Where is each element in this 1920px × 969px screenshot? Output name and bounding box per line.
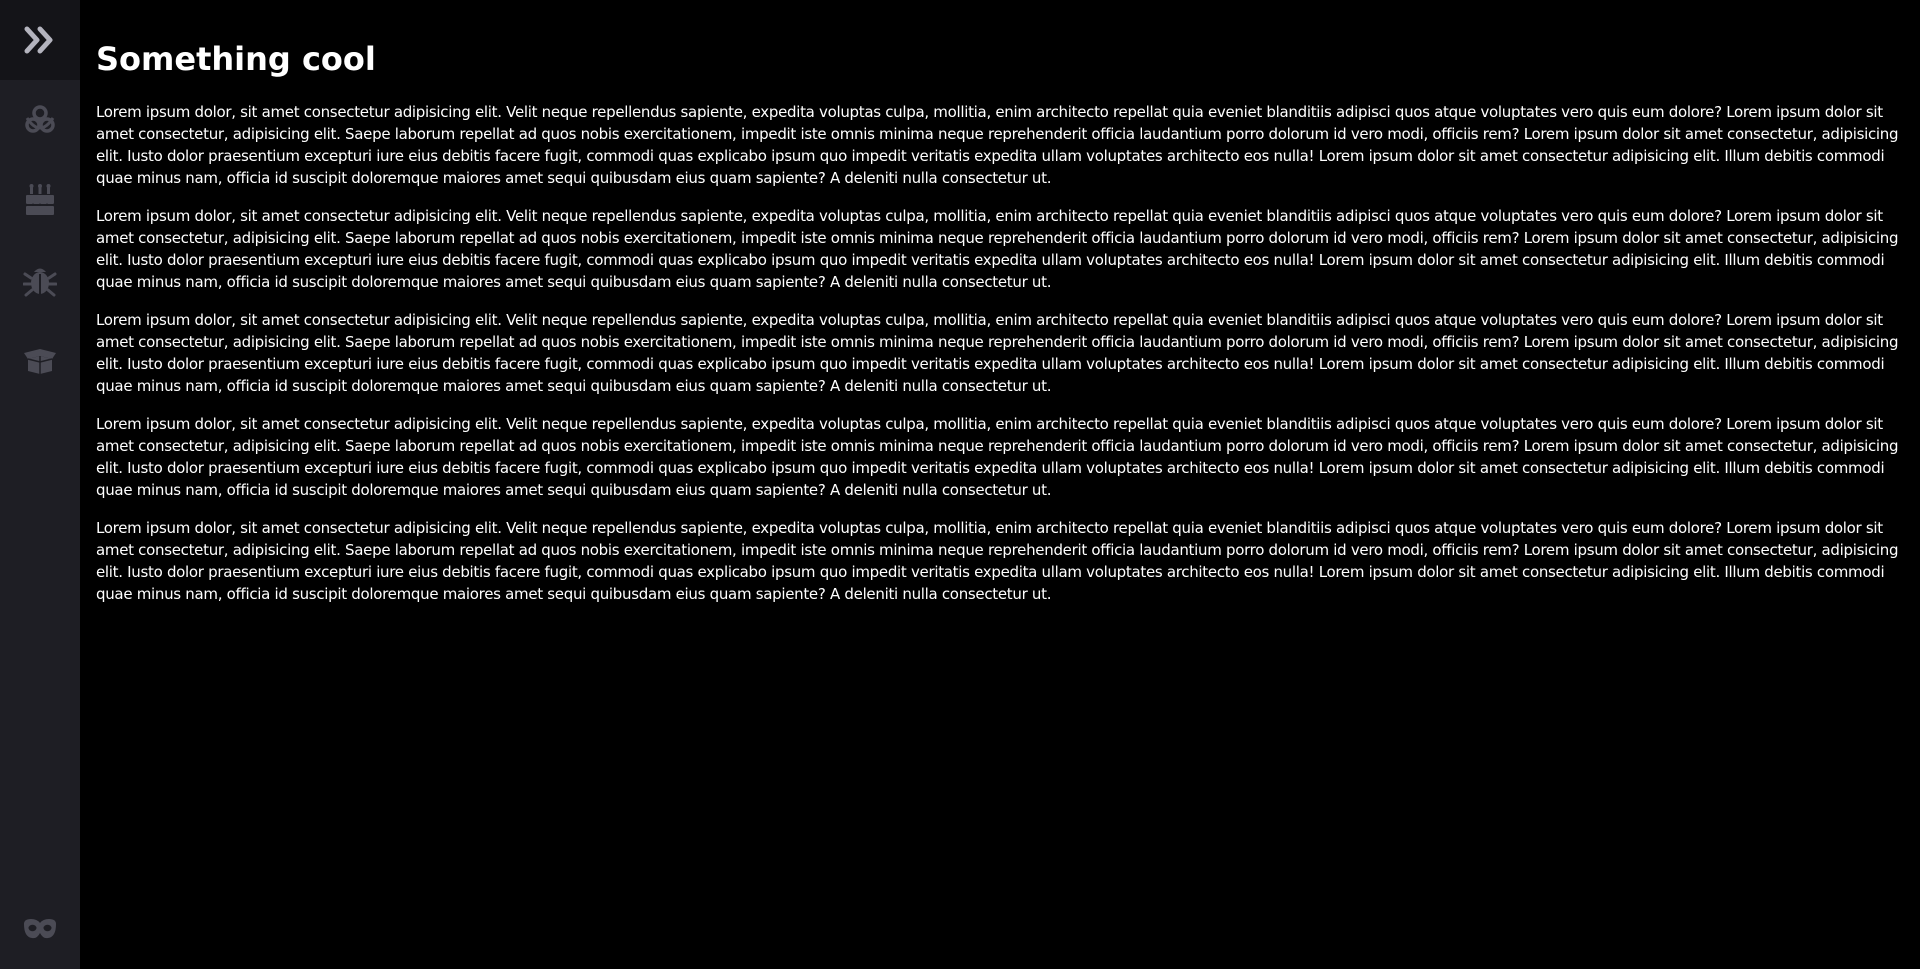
birthday-cake-icon bbox=[25, 184, 55, 215]
double-chevron-right-icon bbox=[24, 26, 53, 54]
nav-toggle-button[interactable] bbox=[0, 0, 80, 80]
biohazard-icon bbox=[25, 105, 55, 133]
paragraph: Lorem ipsum dolor, sit amet consectetur … bbox=[96, 103, 1899, 187]
paragraph: Lorem ipsum dolor, sit amet consectetur … bbox=[96, 311, 1899, 395]
paragraph: Lorem ipsum dolor, sit amet consectetur … bbox=[96, 415, 1899, 499]
page-title: Something cool bbox=[96, 40, 376, 78]
nav-item-mask[interactable] bbox=[0, 889, 80, 969]
bug-icon bbox=[23, 268, 57, 297]
nav-item-box[interactable] bbox=[0, 320, 80, 400]
open-box-icon bbox=[24, 349, 56, 374]
paragraph: Lorem ipsum dolor, sit amet consectetur … bbox=[96, 207, 1899, 291]
paragraph: Lorem ipsum dolor, sit amet consectetur … bbox=[96, 519, 1899, 603]
nav-item-cake[interactable] bbox=[0, 160, 80, 240]
nav-item-bug[interactable] bbox=[0, 240, 80, 320]
nav-item-biohazard[interactable] bbox=[0, 80, 80, 160]
domino-mask-icon bbox=[24, 919, 56, 939]
main-content: Something cool Lorem ipsum dolor, sit am… bbox=[80, 0, 1920, 969]
sidebar-nav bbox=[0, 0, 80, 969]
